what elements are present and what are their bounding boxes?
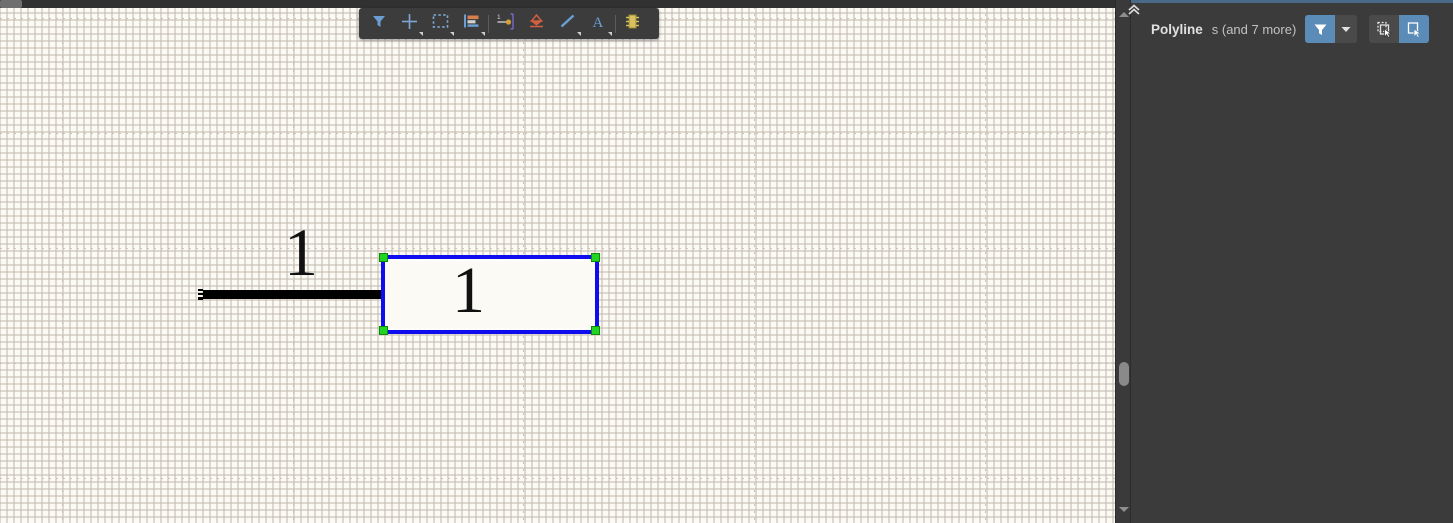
resize-handle-top-left[interactable]: [379, 253, 388, 262]
text-tool-button[interactable]: A: [583, 10, 614, 37]
grid-line-vertical: [62, 0, 63, 523]
svg-text:A: A: [593, 15, 604, 30]
resize-handle-bottom-right[interactable]: [591, 326, 600, 335]
panel-title: Polyline: [1151, 21, 1203, 37]
ground-symbol-tool-button[interactable]: [521, 10, 552, 37]
select-all-mode-button[interactable]: [1369, 15, 1399, 43]
canvas-horizontal-scrollbar[interactable]: [0, 0, 1115, 8]
resize-handle-bottom-left[interactable]: [379, 326, 388, 335]
select-single-mode-button[interactable]: [1399, 15, 1430, 43]
svg-text:1: 1: [497, 14, 501, 21]
pin-number-icon: 1: [496, 12, 516, 36]
selected-shape-rectangle[interactable]: [381, 255, 599, 334]
vertical-scrollbar-thumb[interactable]: [1119, 362, 1129, 386]
triangle-down-icon: [1119, 506, 1129, 512]
ic-chip-icon: [624, 13, 641, 35]
crosshair-tool-button[interactable]: [394, 10, 425, 37]
canvas-label-outside: 1: [284, 214, 318, 290]
pin-tool-button[interactable]: 1: [490, 10, 521, 37]
resize-handle-top-right[interactable]: [591, 253, 600, 262]
chevron-down-icon: [1341, 27, 1351, 32]
schematic-canvas[interactable]: 1 1 1 A: [0, 0, 1115, 523]
grid-line-horizontal: [0, 248, 1115, 249]
drawing-toolbar: 1 A: [359, 8, 659, 39]
filter-tool-button[interactable]: [363, 10, 394, 37]
letter-a-icon: A: [590, 13, 607, 35]
toolbar-divider: [615, 14, 616, 33]
grid-line-horizontal: [0, 133, 1115, 134]
panel-subtitle: s (and 7 more): [1211, 21, 1297, 37]
canvas-vertical-scrollbar[interactable]: [1115, 0, 1131, 523]
marquee-select-tool-button[interactable]: [425, 10, 456, 37]
wire-segment[interactable]: [203, 290, 385, 299]
grid-line-horizontal: [0, 478, 1115, 479]
toolbar-divider: [488, 14, 489, 33]
dashed-rectangle-icon: [432, 13, 449, 34]
multi-select-cursor-icon: [1377, 21, 1392, 38]
scroll-down-button[interactable]: [1116, 501, 1132, 517]
line-tool-button[interactable]: [552, 10, 583, 37]
properties-panel: Polyline s (and 7 more): [1128, 0, 1453, 523]
panel-accent-bar: [1131, 0, 1453, 3]
grid-line-vertical: [985, 0, 986, 523]
filter-button[interactable]: [1305, 15, 1336, 43]
filter-dropdown-button[interactable]: [1335, 15, 1357, 43]
component-tool-button[interactable]: [617, 10, 648, 37]
selection-mode-group: [1369, 15, 1430, 43]
single-select-cursor-icon: [1407, 21, 1422, 38]
align-tool-button[interactable]: [456, 10, 487, 37]
grid-line-horizontal: [0, 363, 1115, 364]
application-window: 1 1 1 A Polyline s (and 7 more): [0, 0, 1453, 523]
filter-button-group: [1305, 15, 1358, 43]
ground-symbol-icon: [527, 12, 546, 35]
canvas-label-inside: 1: [452, 254, 485, 327]
diagonal-line-icon: [559, 13, 576, 34]
panel-header: Polyline s (and 7 more): [1131, 10, 1453, 48]
grid-line-vertical: [754, 0, 755, 523]
crosshair-icon: [401, 13, 418, 35]
funnel-icon: [371, 13, 387, 34]
horizontal-scrollbar-thumb[interactable]: [0, 0, 22, 8]
align-left-icon: [463, 13, 480, 34]
